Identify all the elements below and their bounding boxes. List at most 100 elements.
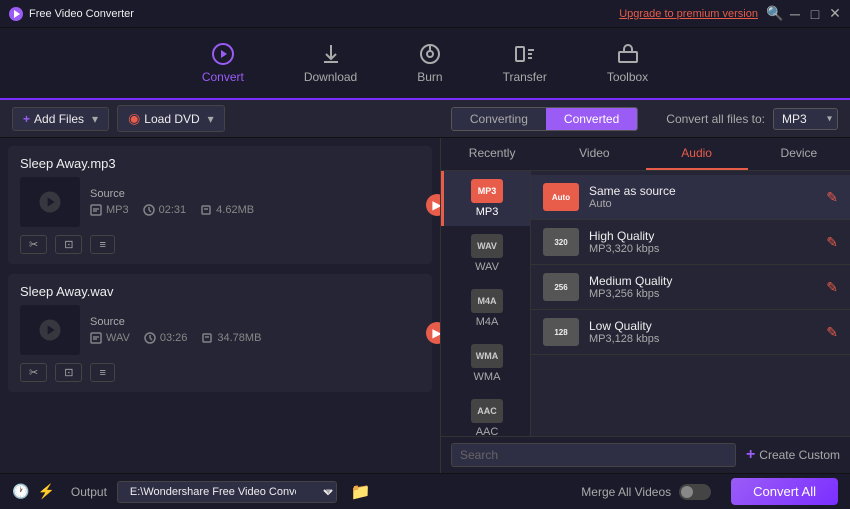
tab-recently[interactable]: Recently bbox=[441, 138, 543, 170]
crop-button-2[interactable]: ⊡ bbox=[55, 363, 82, 382]
clock-icon[interactable]: 🕐 bbox=[12, 483, 29, 500]
file-thumbnail-1 bbox=[20, 177, 80, 227]
create-custom-button[interactable]: + Create Custom bbox=[746, 446, 840, 464]
close-control[interactable]: ✕ bbox=[828, 7, 842, 21]
minimize-control[interactable]: ─ bbox=[788, 7, 802, 21]
dvd-dropdown-icon[interactable]: ▾ bbox=[208, 112, 214, 126]
format-select[interactable]: MP3 WAV M4A WMA AAC FLAC AC3 bbox=[773, 108, 838, 130]
nav-toolbox[interactable]: Toolbox bbox=[597, 38, 658, 88]
nav-burn-label: Burn bbox=[417, 70, 442, 84]
quality-low-name: Low Quality bbox=[589, 319, 816, 333]
quality-high-name: High Quality bbox=[589, 229, 816, 243]
wma-format-icon: WMA bbox=[471, 344, 503, 368]
file-thumbnail-2 bbox=[20, 305, 80, 355]
nav-burn[interactable]: Burn bbox=[407, 38, 452, 88]
file-item-2: Sleep Away.wav Source bbox=[8, 274, 432, 392]
tab-device[interactable]: Device bbox=[748, 138, 850, 170]
wav-format-icon: WAV bbox=[471, 234, 503, 258]
quality-low-icon: 128 bbox=[543, 318, 579, 346]
quality-medium-name: Medium Quality bbox=[589, 274, 816, 288]
cut-button-1[interactable]: ✂ bbox=[20, 235, 47, 254]
output-label: Output bbox=[71, 485, 107, 499]
file-source-label-2: Source bbox=[90, 316, 420, 328]
app-logo: Free Video Converter bbox=[8, 6, 134, 22]
quality-list: Auto Same as source Auto ✎ 320 High Qual… bbox=[531, 171, 850, 436]
bottom-icons: 🕐 ⚡ bbox=[12, 483, 55, 500]
merge-label: Merge All Videos bbox=[581, 485, 671, 499]
restore-control[interactable]: □ bbox=[808, 7, 822, 21]
format-type-wma[interactable]: WMA WMA bbox=[441, 336, 530, 391]
load-dvd-label: Load DVD bbox=[144, 112, 199, 126]
output-path-select[interactable]: E:\Wondershare Free Video Converter\Conv… bbox=[117, 481, 337, 503]
quality-low[interactable]: 128 Low Quality MP3,128 kbps ✎ bbox=[531, 310, 850, 355]
nav-toolbox-label: Toolbox bbox=[607, 70, 648, 84]
folder-icon[interactable]: 📁 bbox=[351, 482, 371, 502]
convert-all-button[interactable]: Convert All bbox=[731, 478, 838, 505]
load-dvd-button[interactable]: ◉ Load DVD ▾ bbox=[117, 105, 225, 132]
format-type-mp3[interactable]: MP3 MP3 bbox=[441, 171, 530, 226]
window-controls: 🔍 ─ □ ✕ bbox=[768, 7, 842, 21]
tab-audio[interactable]: Audio bbox=[646, 138, 748, 170]
main-content: Sleep Away.mp3 Source bbox=[0, 138, 850, 473]
crop-button-1[interactable]: ⊡ bbox=[55, 235, 82, 254]
file-actions-2: ✂ ⊡ ≡ bbox=[20, 363, 420, 382]
file-size-text-1: 4.62MB bbox=[216, 204, 254, 216]
file-format-text-1: MP3 bbox=[106, 204, 129, 216]
quality-same-icon: Auto bbox=[543, 183, 579, 211]
aac-format-icon: AAC bbox=[471, 399, 503, 423]
tab-converted[interactable]: Converted bbox=[546, 108, 637, 130]
bolt-icon[interactable]: ⚡ bbox=[37, 483, 54, 500]
file-format-1: MP3 bbox=[90, 204, 129, 216]
quality-same-as-source[interactable]: Auto Same as source Auto ✎ bbox=[531, 175, 850, 220]
nav-convert[interactable]: Convert bbox=[192, 38, 254, 88]
file-header-2: Source WAV bbox=[20, 305, 420, 355]
aac-label: AAC bbox=[476, 426, 499, 436]
format-footer: + Create Custom bbox=[441, 436, 850, 473]
quality-low-edit[interactable]: ✎ bbox=[826, 324, 838, 341]
arrow-indicator-2: ▶ bbox=[426, 322, 440, 344]
quality-same-edit[interactable]: ✎ bbox=[826, 189, 838, 206]
arrow-indicator-1: ▶ bbox=[426, 194, 440, 216]
wma-label: WMA bbox=[474, 371, 501, 383]
quality-high-icon: 320 bbox=[543, 228, 579, 256]
dvd-icon: ◉ bbox=[128, 110, 140, 127]
cut-button-2[interactable]: ✂ bbox=[20, 363, 47, 382]
format-type-m4a[interactable]: M4A M4A bbox=[441, 281, 530, 336]
merge-toggle[interactable] bbox=[679, 484, 711, 500]
convert-all-to-label: Convert all files to: bbox=[666, 112, 765, 126]
quality-high-edit[interactable]: ✎ bbox=[826, 234, 838, 251]
format-type-aac[interactable]: AAC AAC bbox=[441, 391, 530, 436]
quality-medium-edit[interactable]: ✎ bbox=[826, 279, 838, 296]
format-select-wrap: MP3 WAV M4A WMA AAC FLAC AC3 bbox=[773, 108, 838, 130]
format-type-list: MP3 MP3 WAV WAV M4A M4A WMA WMA bbox=[441, 171, 531, 436]
quality-medium[interactable]: 256 Medium Quality MP3,256 kbps ✎ bbox=[531, 265, 850, 310]
search-control[interactable]: 🔍 bbox=[768, 7, 782, 21]
output-path-wrap: E:\Wondershare Free Video Converter\Conv… bbox=[117, 481, 337, 503]
settings-button-2[interactable]: ≡ bbox=[90, 363, 114, 382]
upgrade-link[interactable]: Upgrade to premium version bbox=[619, 8, 758, 20]
file-header-1: Source MP3 bbox=[20, 177, 420, 227]
quality-same-info: Same as source Auto bbox=[589, 184, 816, 210]
settings-button-1[interactable]: ≡ bbox=[90, 235, 114, 254]
title-bar: Free Video Converter Upgrade to premium … bbox=[0, 0, 850, 28]
add-files-dropdown-icon[interactable]: ▾ bbox=[92, 112, 98, 126]
create-custom-plus-icon: + bbox=[746, 446, 755, 464]
quality-same-detail: Auto bbox=[589, 198, 816, 210]
create-custom-label: Create Custom bbox=[759, 448, 840, 462]
add-files-button[interactable]: + Add Files ▾ bbox=[12, 107, 109, 131]
format-search-input[interactable] bbox=[451, 443, 736, 467]
format-panel: Recently Video Audio Device MP3 MP3 WAV … bbox=[440, 138, 850, 473]
format-type-wav[interactable]: WAV WAV bbox=[441, 226, 530, 281]
file-info-2: Source WAV bbox=[90, 316, 420, 344]
tab-converting[interactable]: Converting bbox=[452, 108, 546, 130]
file-duration-1: 02:31 bbox=[143, 204, 187, 216]
nav-download[interactable]: Download bbox=[294, 38, 367, 88]
nav-transfer[interactable]: Transfer bbox=[493, 38, 557, 88]
file-size-2: 34.78MB bbox=[201, 332, 261, 344]
tab-video[interactable]: Video bbox=[543, 138, 645, 170]
quality-high[interactable]: 320 High Quality MP3,320 kbps ✎ bbox=[531, 220, 850, 265]
add-files-label: Add Files bbox=[34, 112, 84, 126]
file-info-1: Source MP3 bbox=[90, 188, 420, 216]
file-name-2: Sleep Away.wav bbox=[20, 284, 420, 299]
file-item-1: Sleep Away.mp3 Source bbox=[8, 146, 432, 264]
